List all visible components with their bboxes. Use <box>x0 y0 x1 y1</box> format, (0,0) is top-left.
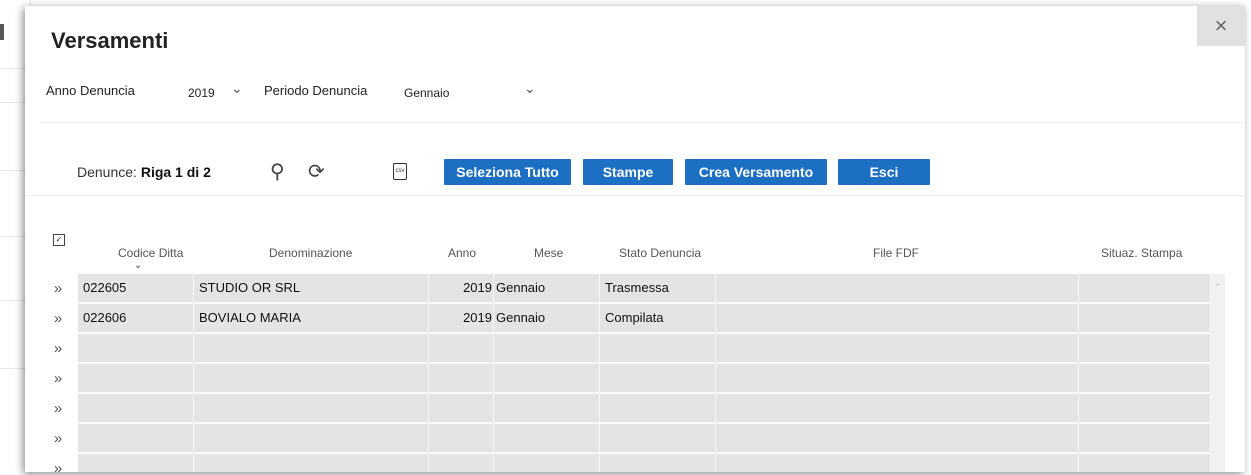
anno-denuncia-select[interactable]: 2019 <box>188 86 215 100</box>
cell-mese <box>494 454 600 472</box>
cell-mese <box>494 394 600 423</box>
cell-file <box>716 424 1079 453</box>
versamenti-dialog: × Versamenti Anno Denuncia 2019 ⌄ Period… <box>25 6 1245 472</box>
create-versamento-button[interactable]: Crea Versamento <box>685 159 827 185</box>
periodo-denuncia-label: Periodo Denuncia <box>264 83 368 98</box>
cell-stato: Compilata <box>600 304 716 333</box>
row-expand-icon[interactable]: » <box>48 334 68 363</box>
cell-anno <box>429 334 494 363</box>
row-expand-icon[interactable]: » <box>48 274 68 303</box>
cell-codice <box>78 364 194 393</box>
cell-denominazione: BOVIALO MARIA <box>194 304 429 333</box>
cell-stato <box>600 424 716 453</box>
cell-denominazione <box>194 364 429 393</box>
column-header-situaz-stampa[interactable]: Situaz. Stampa <box>1101 246 1182 260</box>
row-expand-icon[interactable]: » <box>48 454 68 472</box>
filter-bar: Anno Denuncia 2019 ⌄ Periodo Denuncia Ge… <box>40 72 1245 123</box>
cell-codice <box>78 424 194 453</box>
cell-codice <box>78 334 194 363</box>
cell-file <box>716 334 1079 363</box>
table-row[interactable]: » <box>54 334 1211 363</box>
row-expand-icon[interactable]: » <box>48 304 68 333</box>
table-row[interactable]: » <box>54 424 1211 453</box>
column-header-denominazione[interactable]: Denominazione <box>269 246 352 260</box>
cell-file <box>716 274 1079 303</box>
table-row[interactable]: » <box>54 454 1211 472</box>
cell-mese <box>494 424 600 453</box>
cell-denominazione: STUDIO OR SRL <box>194 274 429 303</box>
dialog-title: Versamenti <box>51 28 169 53</box>
search-icon[interactable]: ⚲ <box>270 159 285 184</box>
cell-mese <box>494 364 600 393</box>
cell-denominazione <box>194 424 429 453</box>
cell-file <box>716 364 1079 393</box>
cell-codice: 022605 <box>78 274 194 303</box>
cell-situaz <box>1079 304 1211 333</box>
column-header-anno[interactable]: Anno <box>448 246 476 260</box>
grid-scrollbar[interactable]: ⌃ <box>1211 274 1225 472</box>
cell-situaz <box>1079 394 1211 423</box>
row-counter: Denunce: Riga 1 di 2 <box>77 164 211 180</box>
row-expand-icon[interactable]: » <box>48 364 68 393</box>
cell-anno: 2019 <box>429 274 494 303</box>
cell-denominazione <box>194 454 429 472</box>
toolbar: Denunce: Riga 1 di 2 ⚲ ⟳ csv Seleziona T… <box>25 151 1245 196</box>
cell-file <box>716 454 1079 472</box>
cell-codice: 022606 <box>78 304 194 333</box>
column-header-mese[interactable]: Mese <box>534 246 563 260</box>
cell-anno <box>429 424 494 453</box>
cell-anno <box>429 364 494 393</box>
cell-situaz <box>1079 334 1211 363</box>
cell-stato <box>600 364 716 393</box>
cell-mese <box>494 334 600 363</box>
cell-mese: Gennaio <box>494 304 600 333</box>
csv-export-icon[interactable]: csv <box>393 163 407 180</box>
cell-situaz <box>1079 424 1211 453</box>
column-header-stato-denuncia[interactable]: Stato Denuncia <box>619 246 701 260</box>
exit-button[interactable]: Esci <box>838 159 930 185</box>
cell-anno <box>429 394 494 423</box>
cell-mese: Gennaio <box>494 274 600 303</box>
cell-denominazione <box>194 334 429 363</box>
table-row[interactable]: » 022605 STUDIO OR SRL 2019 Gennaio Tras… <box>54 274 1211 303</box>
cell-stato <box>600 334 716 363</box>
cell-stato <box>600 454 716 472</box>
sort-chevron-icon[interactable]: ⌄ <box>134 260 142 271</box>
print-button[interactable]: Stampe <box>583 159 673 185</box>
column-header-file-fdf[interactable]: File FDF <box>873 246 919 260</box>
column-header-codice-ditta[interactable]: Codice Ditta <box>118 246 183 260</box>
cell-denominazione <box>194 394 429 423</box>
counter-prefix: Denunce: <box>77 164 137 180</box>
anno-denuncia-label: Anno Denuncia <box>46 83 135 98</box>
close-button[interactable]: × <box>1197 6 1245 46</box>
row-expand-icon[interactable]: » <box>48 394 68 423</box>
select-all-button[interactable]: Seleziona Tutto <box>444 159 571 185</box>
select-all-checkbox[interactable]: ✓ <box>53 234 65 246</box>
cell-anno <box>429 454 494 472</box>
cell-file <box>716 394 1079 423</box>
cell-situaz <box>1079 364 1211 393</box>
cell-stato <box>600 394 716 423</box>
chevron-down-icon[interactable]: ⌄ <box>524 80 536 97</box>
counter-value: Riga 1 di 2 <box>140 164 211 180</box>
cell-file <box>716 304 1079 333</box>
table-row[interactable]: » 022606 BOVIALO MARIA 2019 Gennaio Comp… <box>54 304 1211 333</box>
cell-situaz <box>1079 454 1211 472</box>
table-row[interactable]: » <box>54 364 1211 393</box>
cell-anno: 2019 <box>429 304 494 333</box>
close-icon[interactable]: × <box>1215 13 1228 38</box>
cell-codice <box>78 394 194 423</box>
refresh-icon[interactable]: ⟳ <box>308 159 325 184</box>
scroll-up-icon[interactable]: ⌃ <box>1214 282 1222 293</box>
cell-codice <box>78 454 194 472</box>
cell-stato: Trasmessa <box>600 274 716 303</box>
periodo-denuncia-select[interactable]: Gennaio <box>404 86 449 100</box>
table-row[interactable]: » <box>54 394 1211 423</box>
row-expand-icon[interactable]: » <box>48 424 68 453</box>
chevron-down-icon[interactable]: ⌄ <box>231 80 243 97</box>
cell-situaz <box>1079 274 1211 303</box>
background-marker <box>0 24 4 40</box>
